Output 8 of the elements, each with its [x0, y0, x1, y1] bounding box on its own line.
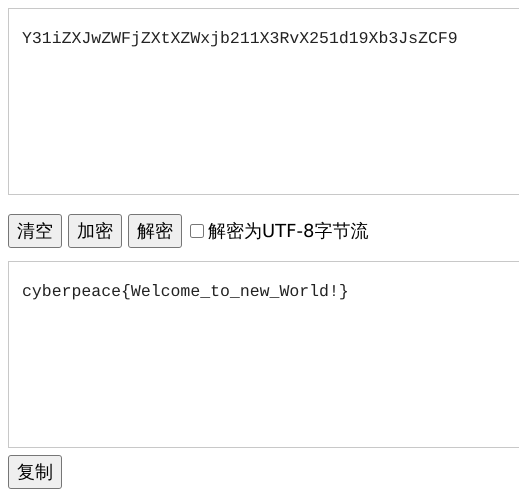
- output-field[interactable]: cyberpeace{Welcome_to_new_World!}: [8, 261, 519, 448]
- action-button[interactable]: 加密: [68, 214, 122, 248]
- action-button[interactable]: 解密: [128, 214, 182, 248]
- input-field[interactable]: Y31iZXJwZWFjZXtXZWxjb211X3RvX251d19Xb3JsZCF9: [8, 8, 519, 195]
- copy-button[interactable]: 复制: [8, 455, 62, 489]
- action-button[interactable]: 清空: [8, 214, 62, 248]
- utf8-checkbox[interactable]: [190, 224, 204, 238]
- checkbox-label: 解密为UTF-8字节流: [208, 220, 368, 243]
